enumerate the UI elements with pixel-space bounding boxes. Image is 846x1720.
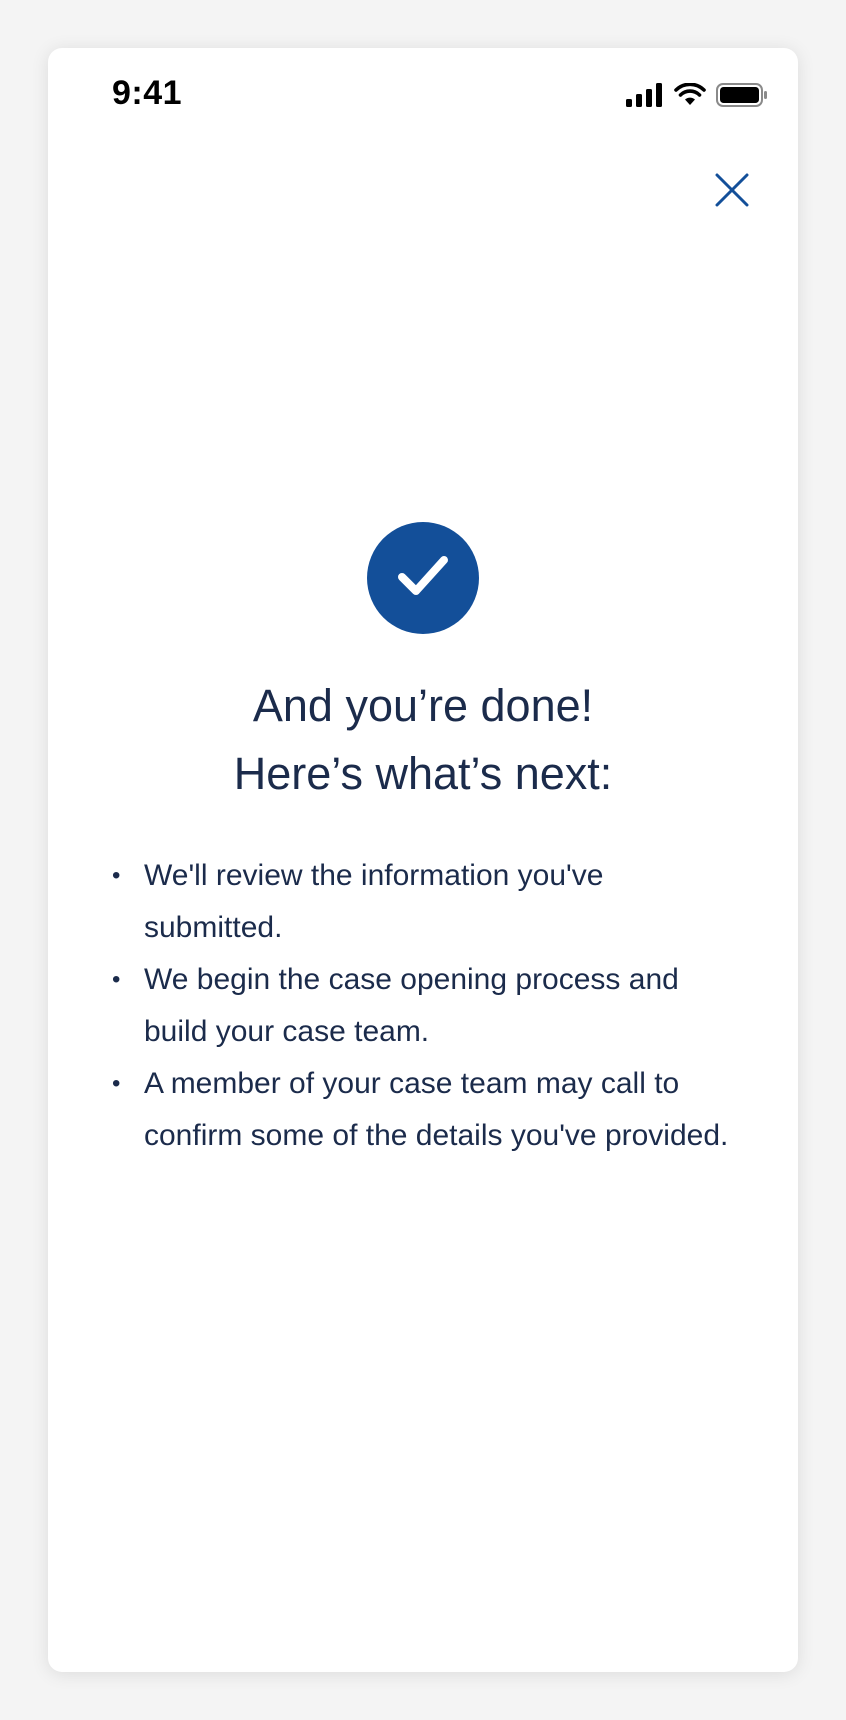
next-step-text: We begin the case opening process and bu… [144,963,679,1048]
phone-screen: 9:41 And you’re done! Here’s what’s next… [48,48,798,1672]
title-line-1: And you’re done! [252,680,594,731]
confirmation-content: And you’re done! Here’s what’s next: • W… [48,522,798,1162]
list-item: • We'll review the information you've su… [112,850,750,954]
bullet-glyph: • [112,1070,121,1097]
bullet-glyph: • [112,862,121,889]
list-item: • We begin the case opening process and … [112,954,750,1058]
next-step-text: We'll review the information you've subm… [144,859,604,944]
close-button[interactable] [706,166,758,218]
page-title: And you’re done! Here’s what’s next: [48,672,798,808]
battery-icon [716,82,768,108]
success-badge [367,522,479,634]
list-item: • A member of your case team may call to… [112,1058,750,1162]
close-icon [715,173,749,212]
next-steps-list: • We'll review the information you've su… [48,850,798,1162]
next-step-text: A member of your case team may call to c… [144,1067,729,1152]
bullet-glyph: • [112,966,121,993]
checkmark-icon [393,546,453,611]
cellular-signal-icon [626,83,664,107]
wifi-icon [674,83,706,107]
status-time: 9:41 [112,74,183,112]
status-bar: 9:41 [48,48,798,144]
status-icons [626,78,768,112]
title-line-2: Here’s what’s next: [233,748,613,799]
